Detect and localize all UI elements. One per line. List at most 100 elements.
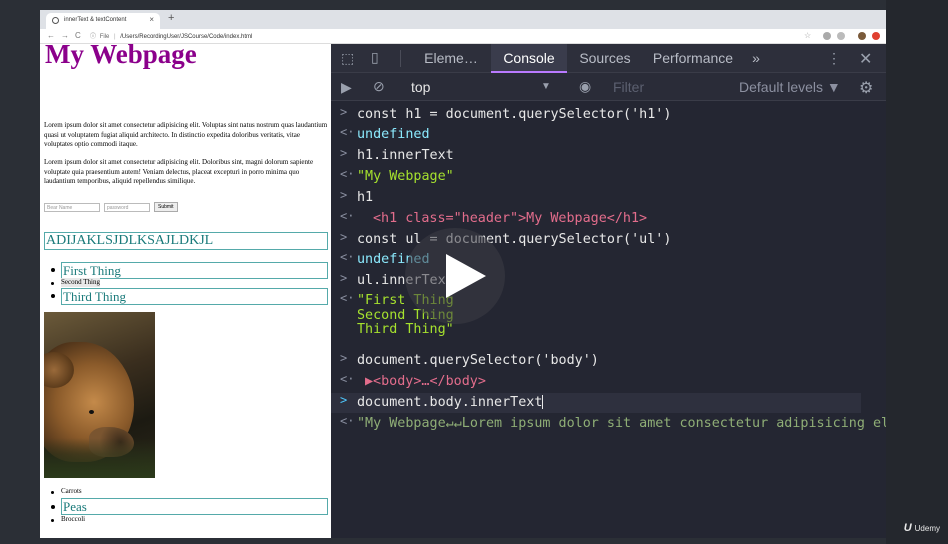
result-icon: <· xyxy=(340,291,355,305)
page-title: My Webpage xyxy=(45,44,197,69)
console-input: document.querySelector('body') xyxy=(357,353,599,368)
extension-icon[interactable] xyxy=(837,32,845,40)
console-output-row: <· ▶<body>…</body> xyxy=(331,372,886,392)
list-item: Third Thing xyxy=(61,288,328,305)
console-input-row[interactable]: > document.body.innerText xyxy=(331,393,861,413)
console-output-row: <· undefined xyxy=(331,125,886,145)
prompt-icon: > xyxy=(340,351,348,365)
console-toolbar: ▶ ⊘ top ▼ ◉ Filter Default levels ▼ ⚙ xyxy=(331,73,886,101)
avatar[interactable] xyxy=(858,32,866,40)
console-result-element[interactable]: ▶<body>…</body> xyxy=(365,372,486,392)
console-input: h1.innerText xyxy=(357,148,454,163)
result-icon: <· xyxy=(340,167,355,181)
console-output-row: <· "My Webpage↵↵Lorem ipsum dolor sit ame… xyxy=(331,414,913,434)
console-input-row: > const h1 = document.querySelector('h1') xyxy=(331,105,886,125)
log-levels-dropdown[interactable]: Default levels ▼ xyxy=(739,73,841,101)
globe-icon xyxy=(52,17,59,24)
result-icon: <· xyxy=(340,372,355,386)
tab-bar: innerText & textContent × + xyxy=(40,10,886,29)
kebab-menu-icon[interactable]: ⋮ xyxy=(827,50,841,67)
bullet xyxy=(51,268,55,272)
list-item: Second Thing xyxy=(61,278,100,287)
more-tabs-button[interactable]: » xyxy=(743,44,769,73)
prompt-icon: > xyxy=(340,230,348,244)
prompt-icon: > xyxy=(340,393,348,407)
console-result: "My Webpage↵↵Lorem ipsum dolor sit amet … xyxy=(357,416,914,431)
console-input[interactable]: document.body.innerText xyxy=(357,393,544,413)
bullet xyxy=(51,519,54,522)
device-toolbar-icon[interactable]: ▯ xyxy=(371,49,379,66)
list-item: Peas xyxy=(61,498,328,515)
tab-title: innerText & textContent xyxy=(64,17,127,23)
result-icon: <· xyxy=(340,209,355,223)
eye-icon[interactable]: ◉ xyxy=(579,78,591,95)
submit-button[interactable]: Submit xyxy=(154,202,178,212)
console-input-row: > h1 xyxy=(331,188,886,208)
console-result: undefined xyxy=(357,127,430,142)
prompt-icon: > xyxy=(340,271,348,285)
url-scheme: File xyxy=(99,34,110,40)
reload-icon[interactable]: C xyxy=(75,31,81,40)
prompt-icon: > xyxy=(340,146,348,160)
bullet xyxy=(51,491,54,494)
browser-tab[interactable]: innerText & textContent × xyxy=(46,13,160,29)
console-output: > const h1 = document.querySelector('h1')… xyxy=(331,101,913,538)
close-tab-icon[interactable]: × xyxy=(149,15,154,24)
play-icon xyxy=(446,254,486,298)
list-item: Broccoli xyxy=(61,515,86,523)
paragraph: Lorem ipsum dolor sit amet consectetur a… xyxy=(44,158,314,185)
divider xyxy=(400,50,401,67)
console-input: h1 xyxy=(357,190,374,205)
video-frame: innerText & textContent × + ← → C ⓘ File… xyxy=(0,0,948,544)
devtools-tab-bar: ⬚ ▯ Eleme… Console Sources Performance »… xyxy=(331,44,886,73)
prompt-icon: > xyxy=(340,105,348,119)
tab-sources[interactable]: Sources xyxy=(567,44,643,73)
star-icon[interactable]: ☆ xyxy=(804,31,811,40)
extension-icon[interactable] xyxy=(872,32,880,40)
bullet xyxy=(51,294,55,298)
udemy-logo: U Udemy xyxy=(903,522,940,534)
url-field[interactable]: ⓘ File | /Users/RecordingUser/JSCourse/C… xyxy=(90,31,252,40)
heading-h2: ADIJAKLSJDLKSAJLDKJL xyxy=(44,232,328,250)
console-input-row: > document.querySelector('body') xyxy=(331,351,886,371)
forward-icon[interactable]: → xyxy=(61,31,69,40)
console-input-row: > h1.innerText xyxy=(331,146,886,166)
play-button[interactable] xyxy=(405,228,505,324)
webpage: My Webpage Lorem ipsum dolor sit amet co… xyxy=(40,44,331,538)
info-icon[interactable]: ⓘ xyxy=(90,34,96,40)
inspect-icon[interactable]: ⬚ xyxy=(341,50,354,67)
list-item: Carrots xyxy=(61,487,82,495)
text-cursor xyxy=(542,395,544,409)
bullet xyxy=(51,282,54,285)
console-output-row: <· <h1 class="header">My Webpage</h1> xyxy=(331,209,886,229)
password-input[interactable]: password xyxy=(104,203,150,212)
result-icon: <· xyxy=(340,414,355,428)
clear-console-icon[interactable]: ⊘ xyxy=(373,78,385,95)
console-input: const h1 = document.querySelector('h1') xyxy=(357,107,672,122)
console-output-row: <· "My Webpage" xyxy=(331,167,886,187)
result-icon: <· xyxy=(340,125,355,139)
close-icon[interactable]: ✕ xyxy=(859,49,872,69)
tab-console[interactable]: Console xyxy=(491,44,567,73)
prompt-icon: > xyxy=(340,188,348,202)
bear-name-input[interactable]: Bear Name xyxy=(44,203,100,212)
video-side-strip xyxy=(886,0,948,544)
extension-icon[interactable] xyxy=(823,32,831,40)
console-result-element[interactable]: <h1 class="header">My Webpage</h1> xyxy=(373,209,647,229)
chevron-down-icon: ▼ xyxy=(541,81,551,92)
tab-performance[interactable]: Performance xyxy=(643,44,743,73)
list-item: First Thing xyxy=(61,262,328,279)
new-tab-button[interactable]: + xyxy=(168,12,174,24)
filter-input[interactable]: Filter xyxy=(613,73,733,101)
back-icon[interactable]: ← xyxy=(47,31,55,40)
gear-icon[interactable]: ⚙ xyxy=(859,78,873,98)
paragraph: Lorem ipsum dolor sit amet consectetur a… xyxy=(44,121,328,148)
bullet xyxy=(51,505,55,509)
url-text: /Users/RecordingUser/JSCourse/Code/index… xyxy=(120,34,253,40)
context-select[interactable]: top xyxy=(409,73,557,101)
tab-elements[interactable]: Eleme… xyxy=(411,44,491,73)
console-result: "My Webpage" xyxy=(357,169,454,184)
bear-image xyxy=(44,312,155,478)
address-bar: ← → C ⓘ File | /Users/RecordingUser/JSCo… xyxy=(40,29,886,44)
sidebar-toggle-icon[interactable]: ▶ xyxy=(341,79,352,96)
